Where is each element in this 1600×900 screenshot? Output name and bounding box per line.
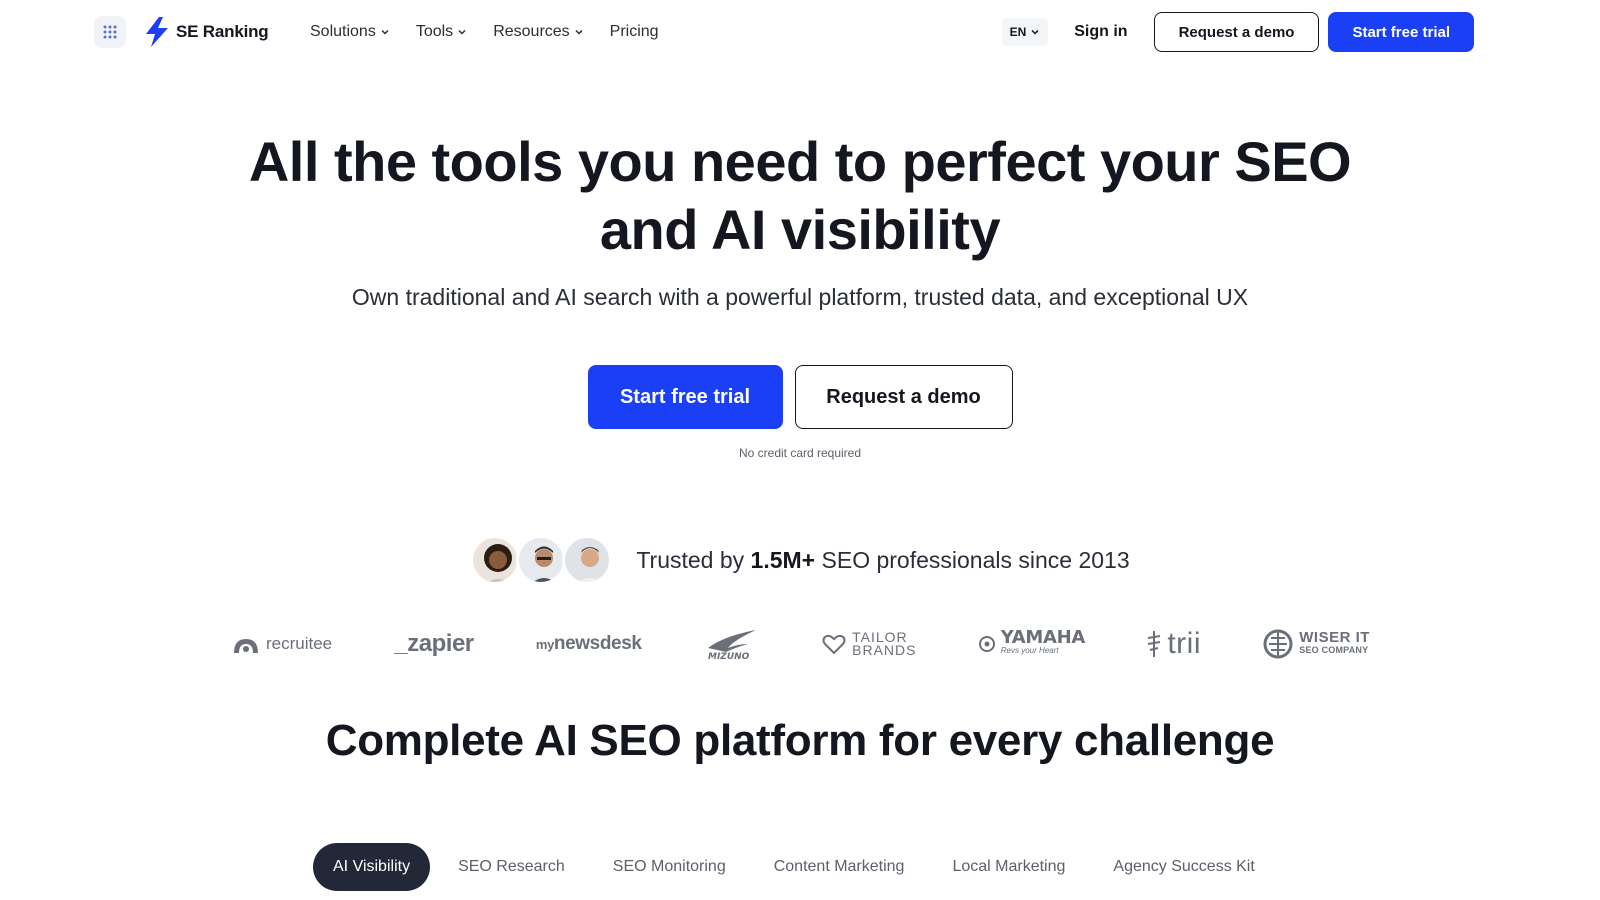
nav-resources-label: Resources <box>493 23 570 40</box>
language-selector[interactable]: EN <box>1001 18 1049 46</box>
tab-seo-research[interactable]: SEO Research <box>438 843 585 891</box>
hero-cta-group: Start free trial Request a demo <box>0 365 1600 429</box>
trust-text: Trusted by 1.5M+ SEO professionals since… <box>636 547 1129 574</box>
person-icon <box>565 538 610 582</box>
nav-pricing-label: Pricing <box>609 23 659 40</box>
mizuno-runbird-icon: MIZUNO <box>707 630 756 660</box>
recruitee-wordmark: recruitee <box>266 634 333 653</box>
sign-in-link[interactable]: Sign in <box>1074 23 1127 41</box>
no-credit-card-note: No credit card required <box>738 446 862 460</box>
tab-local-marketing[interactable]: Local Marketing <box>932 843 1085 891</box>
recruitee-mark-icon <box>234 639 258 653</box>
yamaha-word: YAMAHA <box>1000 627 1086 648</box>
avatar <box>562 535 613 585</box>
hero-title-line-1: All the tools you need to perfect your S… <box>248 130 1352 193</box>
hero-start-trial-button[interactable]: Start free trial <box>587 365 783 429</box>
person-icon <box>473 538 518 582</box>
chevron-down-icon <box>575 29 583 35</box>
hero-subtitle: Own traditional and AI search with a pow… <box>351 284 1249 310</box>
mynewsdesk-prefix: my <box>535 637 554 652</box>
mynewsdesk-main: newsdesk <box>553 633 642 654</box>
se-ranking-logo[interactable]: SE Ranking <box>144 16 269 48</box>
feature-tabs: AI Visibility SEO Research SEO Monitorin… <box>313 843 1283 891</box>
nav-solutions-label: Solutions <box>310 23 376 40</box>
brands-word: BRANDS <box>852 642 917 658</box>
trust-row: Trusted by 1.5M+ SEO professionals since… <box>0 534 1600 586</box>
client-logos: recruitee _zapier mynewsdesk MIZUNO TAIL… <box>232 622 1370 666</box>
wiser-brain-icon <box>1263 629 1293 659</box>
wiser-it-word: WISER IT <box>1299 629 1370 646</box>
avatar-stack <box>470 535 613 585</box>
header-request-demo-button[interactable]: Request a demo <box>1153 12 1320 52</box>
tab-agency-success-kit[interactable]: Agency Success Kit <box>1093 843 1274 891</box>
svg-text:MIZUNO: MIZUNO <box>708 652 750 660</box>
trust-prefix: Trusted by <box>636 546 745 573</box>
hero-title: All the tools you need to perfect your S… <box>0 128 1600 264</box>
yamaha-tuning-fork-icon <box>978 636 995 652</box>
top-header: SE Ranking Solutions Tools Resources Pri… <box>0 0 1600 64</box>
app-grid-button[interactable] <box>94 16 126 48</box>
trust-count: 1.5M+ <box>750 546 816 573</box>
tailor-brands-logo: TAILOR BRANDS <box>822 630 917 658</box>
yamaha-tagline: Revs your Heart <box>1000 646 1059 655</box>
tailor-brands-heart-icon <box>822 634 846 655</box>
chevron-down-icon <box>381 29 389 35</box>
zapier-logo: _zapier <box>394 630 474 658</box>
nav-resources[interactable]: Resources <box>493 23 583 41</box>
mizuno-logo: MIZUNO <box>704 628 760 660</box>
grid-icon <box>103 25 117 39</box>
tab-content-marketing[interactable]: Content Marketing <box>754 843 925 891</box>
person-icon <box>519 538 564 582</box>
mynewsdesk-wordmark: mynewsdesk <box>536 633 642 655</box>
yamaha-logo: YAMAHA Revs your Heart <box>978 627 1086 657</box>
logo-text: SE Ranking <box>176 22 269 41</box>
wiser-it-sub: SEO COMPANY <box>1299 645 1369 655</box>
main-nav: Solutions Tools Resources Pricing <box>310 0 659 64</box>
recruitee-logo: recruitee <box>232 634 332 654</box>
avatar <box>516 535 567 585</box>
nav-tools-label: Tools <box>415 23 454 40</box>
zapier-wordmark: _zapier <box>394 630 474 657</box>
mynewsdesk-logo: mynewsdesk <box>536 633 642 655</box>
trust-suffix: SEO professionals since 2013 <box>821 546 1130 573</box>
wiser-it-logo: WISER IT SEO COMPANY <box>1263 629 1370 659</box>
tab-seo-monitoring[interactable]: SEO Monitoring <box>593 843 746 891</box>
trii-tree-icon <box>1148 631 1161 657</box>
chevron-down-icon <box>458 29 466 35</box>
trii-logo: trii <box>1147 627 1201 661</box>
hero-request-demo-button[interactable]: Request a demo <box>794 365 1013 429</box>
tab-ai-visibility[interactable]: AI Visibility <box>313 843 431 891</box>
avatar <box>470 535 521 585</box>
tailor-brands-wordmark: TAILOR BRANDS <box>852 630 917 658</box>
wiser-it-wordmark: WISER IT SEO COMPANY <box>1299 629 1370 657</box>
trii-wordmark: trii <box>1167 627 1201 660</box>
yamaha-wordmark: YAMAHA Revs your Heart <box>1000 627 1086 657</box>
hero-title-line-2: and AI visibility <box>599 198 1001 261</box>
header-start-trial-button[interactable]: Start free trial <box>1328 12 1474 52</box>
nav-pricing[interactable]: Pricing <box>610 23 659 41</box>
lightning-logo-icon <box>146 17 168 47</box>
chevron-down-icon <box>1031 29 1039 35</box>
nav-solutions[interactable]: Solutions <box>310 23 390 41</box>
header-actions: EN Sign in Request a demo Start free tri… <box>1001 12 1474 52</box>
nav-tools[interactable]: Tools <box>416 23 467 41</box>
language-label: EN <box>1009 25 1027 39</box>
section-title: Complete AI SEO platform for every chall… <box>325 716 1275 765</box>
